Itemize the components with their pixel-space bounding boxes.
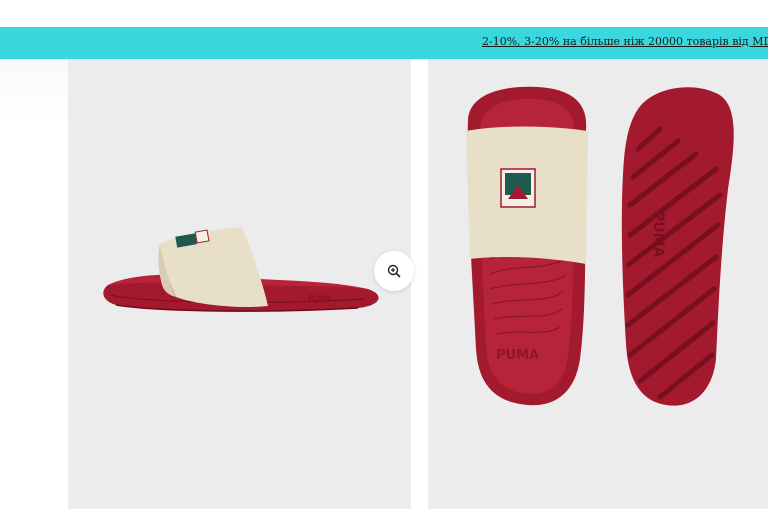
zoom-in-icon [387,264,401,278]
promo-link[interactable]: 2-10%, 3-20% на більше ніж 20000 товарів… [482,35,768,48]
product-image-2[interactable]: PUMA PUMA [428,59,768,509]
zoom-button[interactable] [374,251,414,291]
product-image-1[interactable]: PUMA [68,59,411,509]
promo-banner: 2-10%, 3-20% на більше ніж 20000 товарів… [0,27,768,59]
product-page: 2-10%, 3-20% на більше ніж 20000 товарів… [0,0,768,514]
svg-text:PUMA: PUMA [496,348,539,363]
slide-sandal-top-and-sole-view-image: PUMA PUMA [466,86,734,406]
svg-text:PUMA: PUMA [650,211,666,258]
left-shadow [0,59,68,119]
svg-text:PUMA: PUMA [308,294,332,303]
slide-sandal-side-view-image: PUMA [103,227,379,312]
